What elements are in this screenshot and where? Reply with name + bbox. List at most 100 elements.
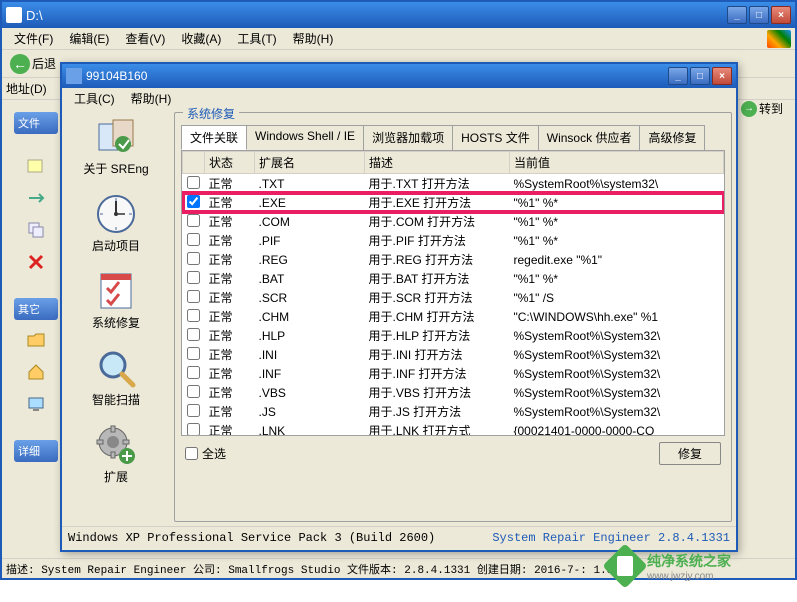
row-checkbox[interactable] — [187, 252, 200, 265]
row-status: 正常 — [205, 402, 255, 421]
computer-icon — [26, 394, 46, 414]
table-row[interactable]: 正常.PIF用于.PIF 打开方法"%1" %* — [183, 231, 724, 250]
tab-hosts[interactable]: HOSTS 文件 — [452, 125, 539, 150]
sreng-icon — [66, 68, 82, 84]
row-ext: .REG — [255, 250, 365, 269]
tab-file-assoc[interactable]: 文件关联 — [181, 125, 247, 150]
tab-shell-ie[interactable]: Windows Shell / IE — [246, 125, 364, 150]
file-assoc-table: 状态 扩展名 描述 当前值 正常.TXT用于.TXT 打开方法%SystemRo… — [182, 151, 724, 436]
table-row[interactable]: 正常.BAT用于.BAT 打开方法"%1" %* — [183, 269, 724, 288]
menu-view[interactable]: 查看(V) — [117, 28, 173, 49]
row-value: %SystemRoot%\System32\ — [510, 326, 724, 345]
row-status: 正常 — [205, 421, 255, 436]
table-row[interactable]: 正常.SCR用于.SCR 打开方法"%1" /S — [183, 288, 724, 307]
system-repair-icon — [95, 270, 137, 312]
sreng-menu-help[interactable]: 帮助(H) — [123, 88, 180, 109]
row-desc: 用于.LNK 打开方式 — [365, 421, 510, 436]
sidebar-item-system-repair[interactable]: 系统修复 — [66, 266, 166, 335]
row-desc: 用于.JS 打开方法 — [365, 402, 510, 421]
outer-close-button[interactable]: × — [771, 6, 791, 24]
row-checkbox[interactable] — [187, 404, 200, 417]
copy-icon — [26, 220, 46, 240]
row-status: 正常 — [205, 250, 255, 269]
col-desc[interactable]: 描述 — [365, 152, 510, 174]
select-all-checkbox[interactable] — [185, 447, 198, 460]
row-checkbox[interactable] — [187, 328, 200, 341]
back-button[interactable]: ← 后退 — [6, 52, 60, 76]
col-check[interactable] — [183, 152, 205, 174]
row-desc: 用于.INF 打开方法 — [365, 364, 510, 383]
table-row[interactable]: 正常.COM用于.COM 打开方法"%1" %* — [183, 212, 724, 231]
table-row[interactable]: 正常.INI用于.INI 打开方法%SystemRoot%\System32\ — [183, 345, 724, 364]
row-checkbox[interactable] — [187, 347, 200, 360]
row-ext: .BAT — [255, 269, 365, 288]
outer-minimize-button[interactable]: _ — [727, 6, 747, 24]
row-checkbox[interactable] — [187, 195, 200, 208]
table-row[interactable]: 正常.LNK用于.LNK 打开方式{00021401-0000-0000-CO — [183, 421, 724, 436]
sidebar-item-about[interactable]: 关于 SREng — [66, 112, 166, 181]
bg-tab-files[interactable]: 文件 — [14, 112, 58, 134]
col-status[interactable]: 状态 — [205, 152, 255, 174]
menu-file[interactable]: 文件(F) — [6, 28, 61, 49]
row-checkbox[interactable] — [187, 309, 200, 322]
row-status: 正常 — [205, 345, 255, 364]
sreng-close-button[interactable]: × — [712, 67, 732, 85]
table-row[interactable]: 正常.REG用于.REG 打开方法regedit.exe "%1" — [183, 250, 724, 269]
sidebar-item-smart-scan[interactable]: 智能扫描 — [66, 343, 166, 412]
sreng-maximize-button[interactable]: □ — [690, 67, 710, 85]
row-value: "%1" /S — [510, 288, 724, 307]
row-desc: 用于.SCR 打开方法 — [365, 288, 510, 307]
table-row[interactable]: 正常.JS用于.JS 打开方法%SystemRoot%\System32\ — [183, 402, 724, 421]
row-checkbox[interactable] — [187, 271, 200, 284]
row-status: 正常 — [205, 269, 255, 288]
row-desc: 用于.HLP 打开方法 — [365, 326, 510, 345]
sreng-menu-tools[interactable]: 工具(C) — [66, 88, 123, 109]
row-checkbox[interactable] — [187, 176, 200, 189]
outer-menu-bar: 文件(F) 编辑(E) 查看(V) 收藏(A) 工具(T) 帮助(H) — [2, 28, 795, 50]
sreng-status-bar: Windows XP Professional Service Pack 3 (… — [62, 526, 736, 548]
watermark-text: 纯净系统之家 — [647, 551, 731, 571]
row-status: 正常 — [205, 212, 255, 231]
repair-button[interactable]: 修复 — [659, 442, 721, 465]
table-row[interactable]: 正常.VBS用于.VBS 打开方法%SystemRoot%\System32\ — [183, 383, 724, 402]
file-assoc-table-area: 状态 扩展名 描述 当前值 正常.TXT用于.TXT 打开方法%SystemRo… — [181, 150, 725, 436]
row-checkbox[interactable] — [187, 423, 200, 436]
sreng-status-right[interactable]: System Repair Engineer 2.8.4.1331 — [492, 531, 730, 545]
tab-winsock[interactable]: Winsock 供应者 — [538, 125, 641, 150]
table-row[interactable]: 正常.EXE用于.EXE 打开方法"%1" %* — [183, 193, 724, 212]
goto-arrow-icon: → — [741, 101, 757, 117]
sreng-title-bar[interactable]: 99104B160 _ □ × — [62, 64, 736, 88]
row-value: %SystemRoot%\system32\ — [510, 174, 724, 194]
windows-flag-icon — [767, 30, 791, 48]
menu-edit[interactable]: 编辑(E) — [61, 28, 117, 49]
table-row[interactable]: 正常.CHM用于.CHM 打开方法"C:\WINDOWS\hh.exe" %1 — [183, 307, 724, 326]
row-checkbox[interactable] — [187, 290, 200, 303]
row-ext: .COM — [255, 212, 365, 231]
col-value[interactable]: 当前值 — [510, 152, 724, 174]
sreng-body: 关于 SREng 启动项目 系统修复 智能扫描 — [62, 108, 736, 526]
menu-tools[interactable]: 工具(T) — [229, 28, 284, 49]
sidebar-item-startup[interactable]: 启动项目 — [66, 189, 166, 258]
menu-favorites[interactable]: 收藏(A) — [173, 28, 229, 49]
goto-label[interactable]: 转到 — [759, 100, 783, 117]
table-row[interactable]: 正常.TXT用于.TXT 打开方法%SystemRoot%\system32\ — [183, 174, 724, 194]
sidebar-item-extensions[interactable]: 扩展 — [66, 420, 166, 489]
outer-maximize-button[interactable]: □ — [749, 6, 769, 24]
bg-tab-other[interactable]: 其它 — [14, 298, 58, 320]
sreng-window: 99104B160 _ □ × 工具(C) 帮助(H) 关于 SREng 启动项… — [60, 62, 738, 552]
row-checkbox[interactable] — [187, 214, 200, 227]
sreng-minimize-button[interactable]: _ — [668, 67, 688, 85]
row-desc: 用于.TXT 打开方法 — [365, 174, 510, 194]
bg-tab-details[interactable]: 详细 — [14, 440, 58, 462]
tab-advanced[interactable]: 高级修复 — [639, 125, 705, 150]
row-checkbox[interactable] — [187, 385, 200, 398]
row-checkbox[interactable] — [187, 233, 200, 246]
table-row[interactable]: 正常.HLP用于.HLP 打开方法%SystemRoot%\System32\ — [183, 326, 724, 345]
row-status: 正常 — [205, 231, 255, 250]
menu-help[interactable]: 帮助(H) — [285, 28, 342, 49]
table-row[interactable]: 正常.INF用于.INF 打开方法%SystemRoot%\System32\ — [183, 364, 724, 383]
row-checkbox[interactable] — [187, 366, 200, 379]
col-ext[interactable]: 扩展名 — [255, 152, 365, 174]
tab-browser-addons[interactable]: 浏览器加载项 — [363, 125, 453, 150]
row-value: %SystemRoot%\System32\ — [510, 402, 724, 421]
